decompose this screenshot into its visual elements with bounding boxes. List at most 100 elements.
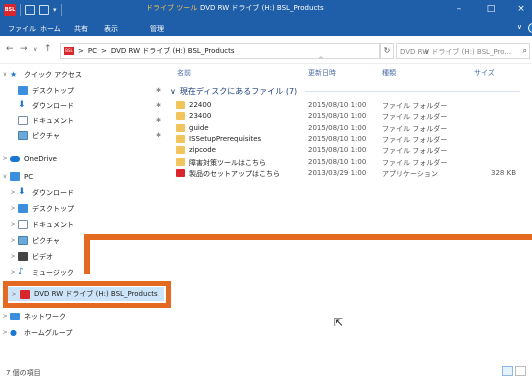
nav-item-label: デスクトップ xyxy=(32,204,74,213)
column-header-type[interactable]: 種類 xyxy=(382,68,396,78)
minimize-button[interactable]: – xyxy=(452,2,466,16)
tab-home[interactable]: ホーム xyxy=(40,24,61,34)
file-row[interactable]: guide 2015/08/10 1:00 ファイル フォルダー xyxy=(176,123,516,134)
highlight-annotation-stub xyxy=(84,234,90,274)
search-input[interactable]: DVD RW ドライブ (H:) BSL_Pro... ⌕ xyxy=(396,43,530,59)
nav-item-label: ミュージック xyxy=(32,268,74,277)
breadcrumb-dvd-drive[interactable]: DVD RW ドライブ (H:) BSL_Products xyxy=(111,46,235,56)
properties-icon[interactable] xyxy=(25,5,35,15)
nav-pc-downloads[interactable]: > ⬇ ダウンロード xyxy=(0,186,168,199)
maximize-button[interactable]: □ xyxy=(484,2,498,16)
customize-toolbar-icon[interactable]: ▾ xyxy=(53,6,57,14)
column-header-date[interactable]: 更新日時 xyxy=(308,68,336,78)
nav-quick-access[interactable]: ∨ ★ クイック アクセス xyxy=(0,68,168,81)
forward-button[interactable]: → xyxy=(20,44,28,54)
back-button[interactable]: ← xyxy=(6,44,14,54)
column-header-name[interactable]: 名前 xyxy=(177,68,191,78)
group-header-label: 現在ディスクにあるファイル (7) xyxy=(179,86,298,96)
nav-pc-desktop[interactable]: > デスクトップ xyxy=(0,202,168,215)
music-icon: ♪ xyxy=(18,267,24,277)
refresh-button[interactable]: ↻ xyxy=(380,43,394,59)
ribbon-expand-icon[interactable]: ∨ xyxy=(517,23,522,31)
chevron-down-icon[interactable]: ∨ xyxy=(0,71,10,78)
tab-manage[interactable]: 管理 xyxy=(150,24,164,34)
navigation-pane: ∨ ★ クイック アクセス デスクトップ ✱ ⬇ ダウンロード ✱ ドキュメント… xyxy=(0,64,168,364)
nav-item-label: ダウンロード xyxy=(32,101,74,110)
file-row[interactable]: zipcode 2015/08/10 1:00 ファイル フォルダー xyxy=(176,145,516,156)
breadcrumb-pc[interactable]: PC xyxy=(88,47,97,55)
app-icon[interactable]: BSL xyxy=(4,4,16,16)
nav-item-downloads[interactable]: ⬇ ダウンロード ✱ xyxy=(0,99,168,112)
chevron-right-icon[interactable]: > xyxy=(0,329,10,336)
drive-tools-context-tab[interactable]: ドライブ ツール xyxy=(146,3,197,13)
file-row[interactable]: ISSetupPrerequisites 2015/08/10 1:00 ファイル … xyxy=(176,134,516,145)
file-type: ファイル フォルダー xyxy=(382,102,448,110)
large-icons-view-icon[interactable] xyxy=(515,366,526,376)
file-date: 2015/08/10 1:00 xyxy=(308,146,367,155)
address-bar[interactable]: BSL > PC > DVD RW ドライブ (H:) BSL_Products… xyxy=(60,43,429,59)
nav-pc[interactable]: ∨ PC xyxy=(0,170,168,183)
highlight-annotation-bar xyxy=(84,234,532,240)
nav-homegroup[interactable]: > ● ホームグループ xyxy=(0,326,168,339)
document-icon xyxy=(18,220,28,229)
nav-homegroup-label: ホームグループ xyxy=(24,328,73,337)
file-row[interactable]: 22400 2015/08/10 1:00 ファイル フォルダー xyxy=(176,100,516,111)
chevron-right-icon[interactable]: > xyxy=(8,237,18,244)
chevron-right-icon[interactable]: > xyxy=(8,253,18,260)
chevron-down-icon[interactable]: ∨ xyxy=(170,87,176,96)
pictures-icon xyxy=(18,131,28,140)
download-icon: ⬇ xyxy=(18,100,26,110)
nav-quick-access-label: クイック アクセス xyxy=(24,70,82,79)
nav-pc-documents[interactable]: > ドキュメント xyxy=(0,218,168,231)
nav-item-documents[interactable]: ドキュメント ✱ xyxy=(0,114,168,127)
chevron-right-icon[interactable]: > xyxy=(8,205,18,212)
tab-view[interactable]: 表示 xyxy=(104,24,118,34)
file-row[interactable]: 製品のセットアップはこちら 2013/03/29 1:00 アプリケーション 328 … xyxy=(176,168,516,179)
recent-locations-button[interactable]: ∨ xyxy=(33,46,37,53)
video-icon xyxy=(18,252,28,261)
file-name: 障害対策ツールはこちら xyxy=(189,158,266,167)
up-button[interactable]: ↑ xyxy=(44,44,52,54)
file-name: guide xyxy=(189,123,209,132)
pin-icon[interactable]: ✱ xyxy=(156,87,161,94)
document-icon xyxy=(18,116,28,125)
highlight-annotation-box xyxy=(3,281,171,308)
pin-icon[interactable]: ✱ xyxy=(156,102,161,109)
column-header-size[interactable]: サイズ xyxy=(474,68,495,78)
new-folder-icon[interactable] xyxy=(39,5,49,15)
search-placeholder: DVD RW ドライブ (H:) BSL_Pro... xyxy=(400,48,512,56)
mouse-cursor-icon: ⇱ xyxy=(334,316,344,329)
cloud-icon xyxy=(10,155,20,162)
toolbar-divider xyxy=(60,4,62,16)
tab-share[interactable]: 共有 xyxy=(74,24,88,34)
chevron-right-icon[interactable]: > xyxy=(0,155,10,162)
star-icon: ★ xyxy=(10,70,18,79)
nav-item-desktop[interactable]: デスクトップ ✱ xyxy=(0,84,168,97)
nav-network[interactable]: > ネットワーク xyxy=(0,310,168,323)
close-button[interactable]: × xyxy=(514,2,528,16)
pictures-icon xyxy=(18,236,28,245)
chevron-right-icon[interactable]: > xyxy=(8,221,18,228)
chevron-right-icon[interactable]: > xyxy=(0,313,10,320)
file-row[interactable]: 23400 2015/08/10 1:00 ファイル フォルダー xyxy=(176,111,516,122)
pin-icon[interactable]: ✱ xyxy=(156,132,161,139)
folder-icon xyxy=(176,146,185,155)
nav-item-pictures[interactable]: ピクチャ ✱ xyxy=(0,129,168,142)
file-row[interactable]: 障害対策ツールはこちら 2015/08/10 1:00 ファイル フォルダー xyxy=(176,157,516,168)
details-view-icon[interactable] xyxy=(502,366,513,376)
download-icon: ⬇ xyxy=(18,187,26,197)
dvd-drive-icon: BSL xyxy=(64,47,74,55)
chevron-right-icon[interactable]: > xyxy=(8,269,18,276)
folder-icon xyxy=(176,134,185,143)
chevron-down-icon[interactable]: ∨ xyxy=(0,173,10,180)
toolbar-divider xyxy=(20,4,21,16)
nav-onedrive[interactable]: > OneDrive xyxy=(0,152,168,165)
group-header[interactable]: ∨ 現在ディスクにあるファイル (7) xyxy=(170,85,520,97)
chevron-right-icon[interactable]: > xyxy=(8,189,18,196)
nav-network-label: ネットワーク xyxy=(24,312,66,321)
tab-file[interactable]: ファイル xyxy=(8,24,36,34)
search-icon[interactable]: ⌕ xyxy=(523,46,527,56)
file-type: ファイル フォルダー xyxy=(382,147,448,156)
pin-icon[interactable]: ✱ xyxy=(156,117,161,124)
help-icon[interactable] xyxy=(528,23,532,33)
